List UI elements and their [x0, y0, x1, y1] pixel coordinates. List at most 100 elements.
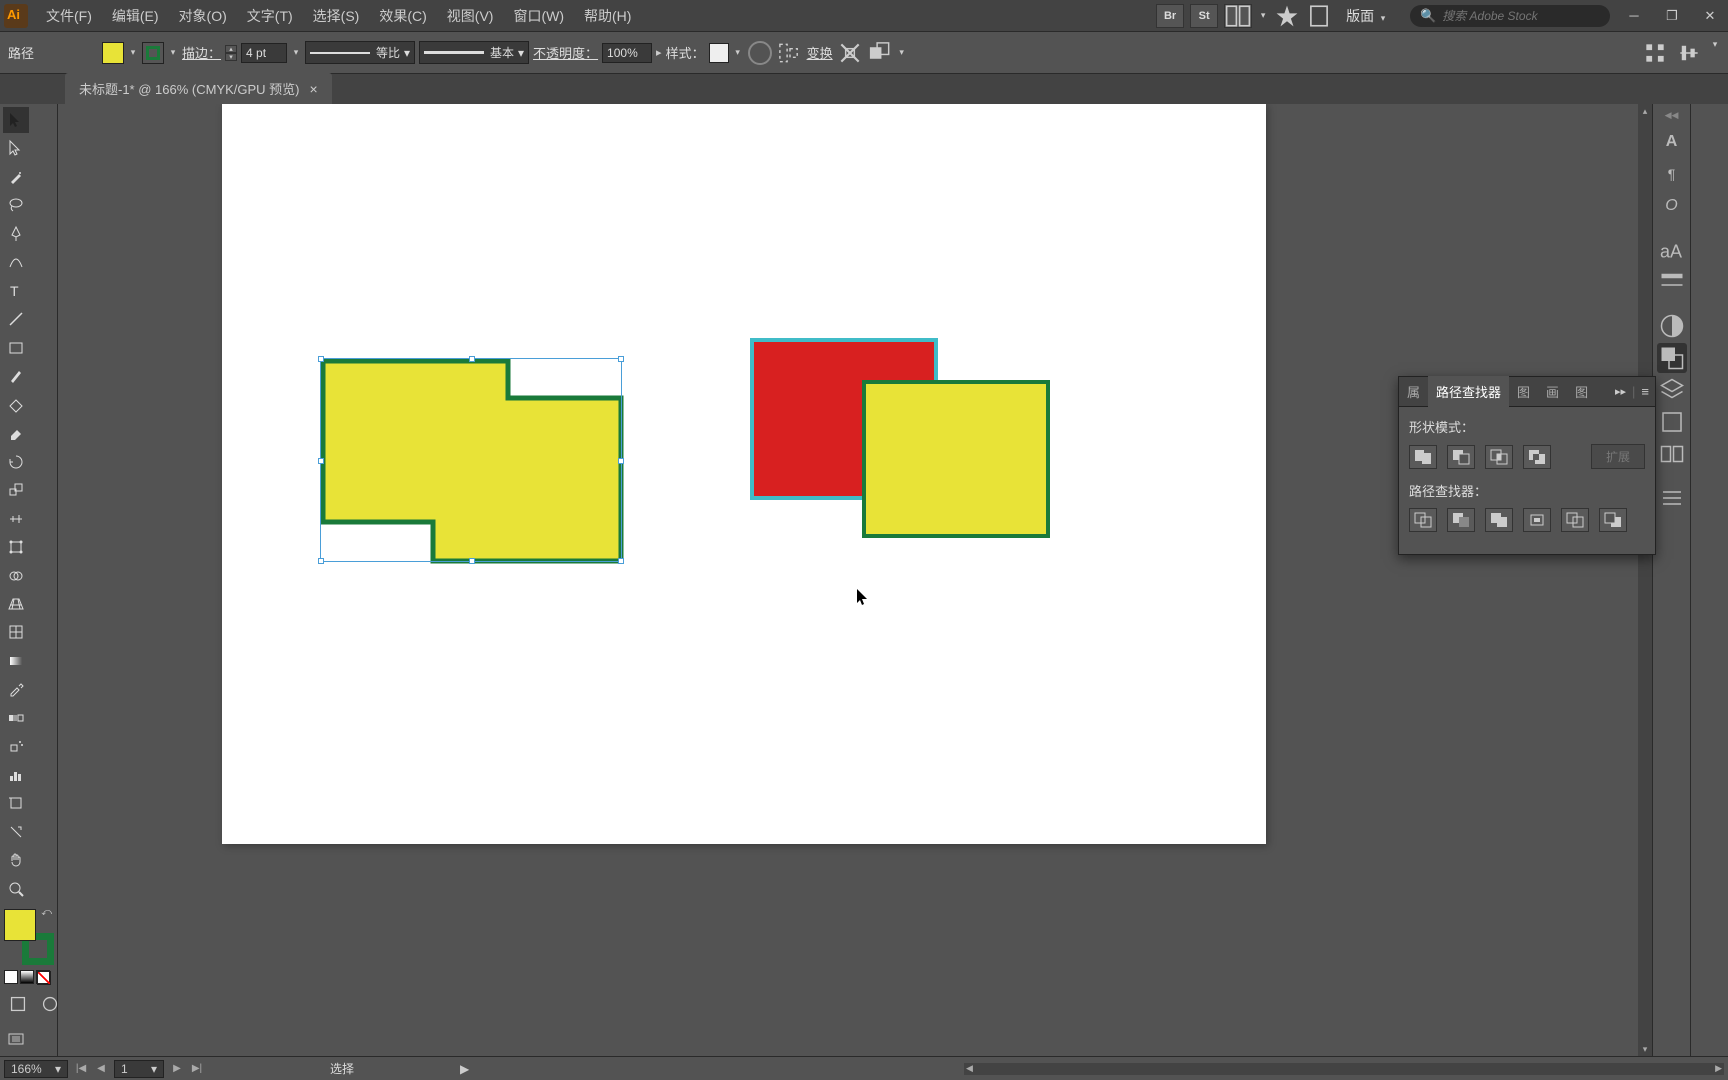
artboard-nav[interactable]: 1▾: [114, 1060, 164, 1078]
crop-button[interactable]: [1523, 508, 1551, 532]
menu-view[interactable]: 视图(V): [437, 0, 504, 32]
intersect-button[interactable]: [1485, 445, 1513, 469]
opacity-label[interactable]: 不透明度：: [533, 43, 598, 62]
menu-edit[interactable]: 编辑(E): [102, 0, 169, 32]
fill-dropdown-icon[interactable]: ▾: [128, 48, 138, 58]
properties-tab[interactable]: 属: [1399, 376, 1428, 407]
minus-back-button[interactable]: [1599, 508, 1627, 532]
swap-fill-stroke-icon[interactable]: ⤺: [41, 907, 52, 918]
pen-tool[interactable]: [3, 221, 29, 247]
opentype-panel-icon[interactable]: O: [1657, 191, 1687, 221]
recolor-artwork-icon[interactable]: [747, 40, 773, 66]
arrange-icon[interactable]: [867, 40, 893, 66]
color-panel-icon[interactable]: [1657, 311, 1687, 341]
canvas-area[interactable]: ▴ ▾: [58, 104, 1652, 1056]
type-tool[interactable]: T: [3, 278, 29, 304]
stock-button[interactable]: St: [1190, 4, 1218, 28]
arrange-dropdown2-icon[interactable]: ▾: [897, 48, 907, 58]
layers-panel-icon[interactable]: [1657, 375, 1687, 405]
stroke-weight-spinner[interactable]: ▴▾: [225, 45, 237, 61]
align-objects-icon[interactable]: [1676, 40, 1702, 66]
yellow-rectangle[interactable]: [862, 380, 1050, 538]
prev-artboard-icon[interactable]: ◀: [94, 1062, 108, 1076]
outline-button[interactable]: [1561, 508, 1589, 532]
artboard-tool[interactable]: [3, 790, 29, 816]
menu-select[interactable]: 选择(S): [303, 0, 370, 32]
hscroll-right-icon[interactable]: ▶: [1715, 1063, 1722, 1074]
document-tab[interactable]: 未标题-1* @ 166% (CMYK/GPU 预览) ×: [65, 73, 332, 104]
divide-button[interactable]: [1409, 508, 1437, 532]
stock-search-input[interactable]: [1442, 9, 1600, 23]
stroke-panel-label[interactable]: 描边：: [182, 43, 221, 62]
close-button[interactable]: ✕: [1696, 6, 1724, 26]
fill-stroke-indicator[interactable]: ⤺: [4, 909, 54, 965]
merge-button[interactable]: [1485, 508, 1513, 532]
trim-button[interactable]: [1447, 508, 1475, 532]
menu-object[interactable]: 对象(O): [169, 0, 237, 32]
zoom-level[interactable]: 166%▾: [4, 1060, 68, 1078]
rotate-tool[interactable]: [3, 449, 29, 475]
scale-tool[interactable]: [3, 477, 29, 503]
mesh-tool[interactable]: [3, 619, 29, 645]
restore-button[interactable]: ❐: [1658, 6, 1686, 26]
pathfinder-panel-icon[interactable]: [1657, 343, 1687, 373]
workspace-switcher[interactable]: 版面 ▾: [1338, 2, 1396, 30]
line-tool[interactable]: [3, 306, 29, 332]
paintbrush-tool[interactable]: [3, 363, 29, 389]
minus-front-button[interactable]: [1447, 445, 1475, 469]
menu-file[interactable]: 文件(F): [36, 0, 102, 32]
collapse-icon[interactable]: ◀◀: [1665, 110, 1679, 121]
menu-window[interactable]: 窗口(W): [503, 0, 574, 32]
gradient-tool[interactable]: [3, 648, 29, 674]
links-panel-icon[interactable]: [1657, 439, 1687, 469]
graphic-styles-tab[interactable]: 图: [1509, 376, 1538, 407]
opacity-input[interactable]: [602, 43, 652, 63]
perspective-grid-tool[interactable]: [3, 591, 29, 617]
pathfinder-tab[interactable]: 路径查找器: [1428, 376, 1509, 407]
unite-button[interactable]: [1409, 445, 1437, 469]
scroll-down-icon[interactable]: ▾: [1638, 1042, 1652, 1056]
align-dropdown-icon[interactable]: ▾: [1710, 40, 1720, 50]
transform-label[interactable]: 变换: [807, 43, 833, 62]
character-panel-icon[interactable]: A: [1657, 127, 1687, 157]
first-artboard-icon[interactable]: |◀: [74, 1062, 88, 1076]
isolate-icon[interactable]: [837, 40, 863, 66]
minimize-button[interactable]: ─: [1620, 6, 1648, 26]
panel-menu-icon[interactable]: ≡: [1641, 384, 1649, 399]
zoom-tool[interactable]: [3, 876, 29, 902]
brushes-tab[interactable]: 画: [1538, 376, 1567, 407]
collapse-panel-icon[interactable]: ▸▸: [1615, 385, 1626, 398]
paragraph-panel-icon[interactable]: ¶: [1657, 159, 1687, 189]
stock-search[interactable]: 🔍: [1410, 5, 1610, 27]
last-artboard-icon[interactable]: ▶|: [190, 1062, 204, 1076]
selection-tool[interactable]: [3, 107, 29, 133]
lasso-tool[interactable]: [3, 192, 29, 218]
variable-width-profile[interactable]: 等比▾: [305, 41, 415, 64]
horizontal-scrollbar[interactable]: ◀ ▶: [964, 1063, 1724, 1075]
scroll-up-icon[interactable]: ▴: [1638, 104, 1652, 118]
fill-color-box[interactable]: [4, 909, 36, 941]
eyedropper-tool[interactable]: [3, 676, 29, 702]
blend-tool[interactable]: [3, 705, 29, 731]
bridge-button[interactable]: Br: [1156, 4, 1184, 28]
color-mode-solid[interactable]: [4, 970, 18, 984]
symbol-sprayer-tool[interactable]: [3, 733, 29, 759]
hand-tool[interactable]: [3, 847, 29, 873]
menu-effect[interactable]: 效果(C): [369, 0, 436, 32]
snap-pixel-icon[interactable]: [1642, 40, 1668, 66]
artboards-panel-icon[interactable]: [1657, 407, 1687, 437]
libraries-panel-icon[interactable]: [1657, 483, 1687, 513]
opacity-slider-icon[interactable]: ▸: [656, 46, 662, 59]
next-artboard-icon[interactable]: ▶: [170, 1062, 184, 1076]
gpu-preview-icon[interactable]: [1274, 3, 1300, 29]
hscroll-left-icon[interactable]: ◀: [966, 1063, 973, 1074]
close-tab-icon[interactable]: ×: [310, 81, 318, 97]
stroke-dropdown-icon[interactable]: ▾: [168, 48, 178, 58]
menu-help[interactable]: 帮助(H): [574, 0, 641, 32]
color-mode-none[interactable]: [36, 970, 50, 984]
shape-builder-tool[interactable]: [3, 563, 29, 589]
graphic-style-swatch[interactable]: [709, 43, 729, 63]
document-setup-icon[interactable]: [1306, 3, 1332, 29]
width-tool[interactable]: [3, 506, 29, 532]
rectangle-tool[interactable]: [3, 335, 29, 361]
